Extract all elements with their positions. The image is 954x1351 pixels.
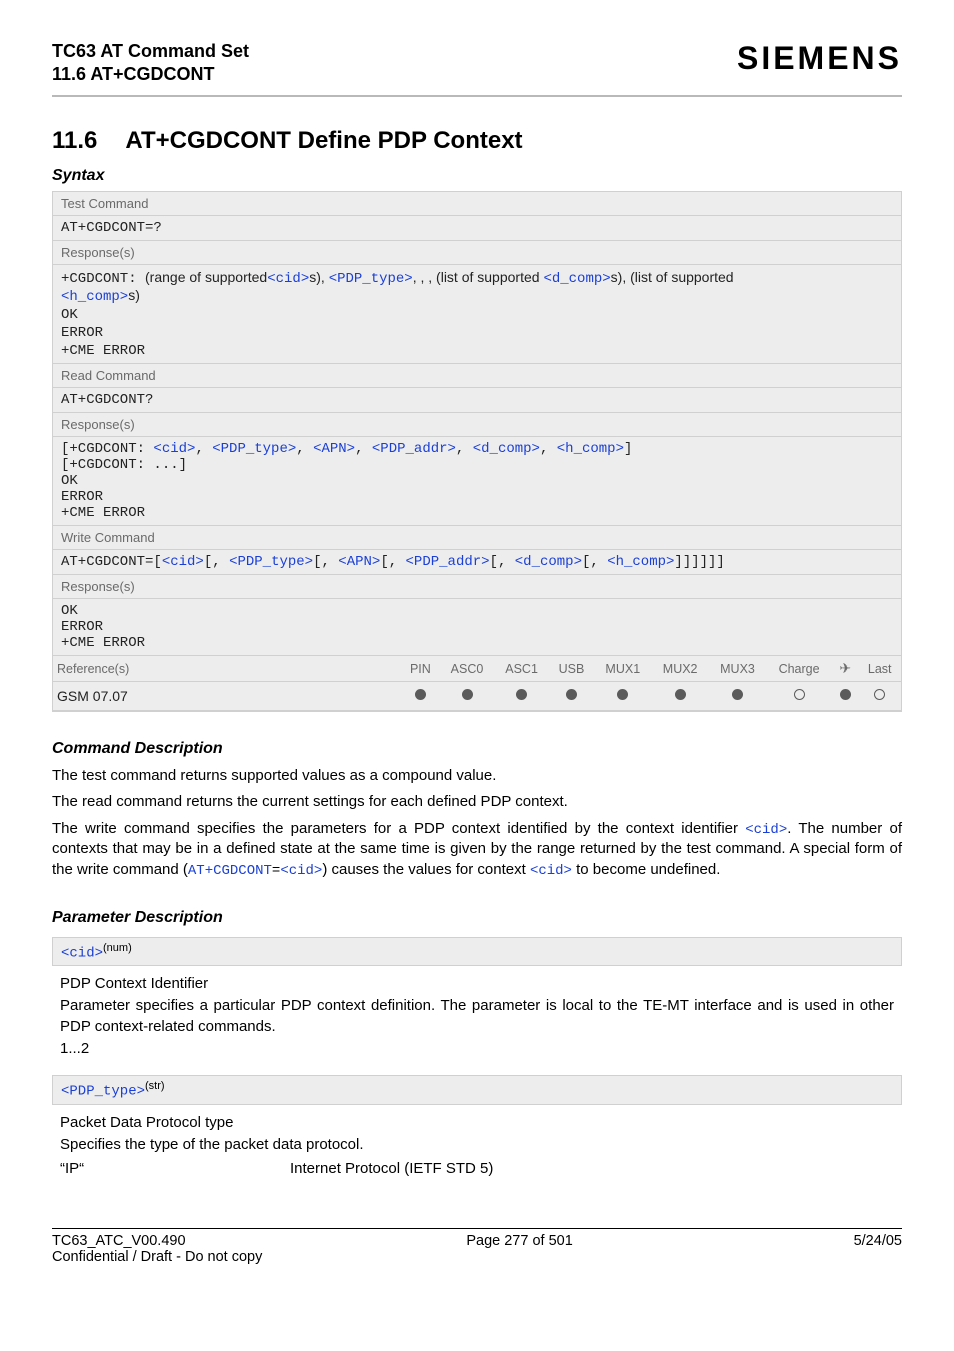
dot-asc0 <box>440 682 495 711</box>
param-pdptype-box: <PDP_type>(str) <box>52 1075 902 1105</box>
param-pdptype-key: “IP“ <box>60 1159 290 1179</box>
param-d-comp[interactable]: <d_comp> <box>515 554 582 570</box>
dot-last <box>858 682 901 711</box>
footer-rule <box>52 1228 902 1229</box>
col-airplane: ✈ <box>832 656 858 682</box>
dot-mux2 <box>651 682 708 711</box>
param-pdptype-type: (str) <box>145 1080 165 1092</box>
test-command-box: Test Command AT+CGDCONT=? Response(s) +C… <box>52 191 902 363</box>
col-pin: PIN <box>401 656 440 682</box>
param-cid-box: <cid>(num) <box>52 937 902 967</box>
reference-box: Reference(s) PIN ASC0 ASC1 USB MUX1 MUX2… <box>52 655 902 712</box>
parameter-description-heading: Parameter Description <box>52 909 902 927</box>
test-command-label: Test Command <box>53 192 901 216</box>
footer-doc-id: TC63_ATC_V00.490 <box>52 1233 186 1249</box>
param-pdp-type[interactable]: <PDP_type> <box>212 441 296 457</box>
param-d-comp[interactable]: <d_comp> <box>473 441 540 457</box>
col-charge: Charge <box>766 656 832 682</box>
footer-confidential: Confidential / Draft - Do not copy <box>52 1249 902 1265</box>
read-command: AT+CGDCONT? <box>53 388 901 413</box>
param-pdp-addr[interactable]: <PDP_addr> <box>372 441 456 457</box>
doc-title: TC63 AT Command Set <box>52 40 249 63</box>
col-mux3: MUX3 <box>709 656 766 682</box>
param-cid-name[interactable]: <cid> <box>61 945 103 961</box>
dot-pin <box>401 682 440 711</box>
section-heading: 11.6 AT+CGDCONT Define PDP Context <box>52 127 902 155</box>
param-cid-title: PDP Context Identifier <box>60 974 894 994</box>
reference-value: GSM 07.07 <box>53 682 401 711</box>
airplane-icon: ✈ <box>839 660 851 676</box>
references-label: Reference(s) <box>53 656 401 682</box>
cmd-desc-p1: The test command returns supported value… <box>52 766 902 786</box>
link-at-cgdcont[interactable]: AT+CGDCONT <box>188 863 272 879</box>
param-cid[interactable]: <cid> <box>745 822 787 838</box>
col-last: Last <box>858 656 901 682</box>
dot-charge <box>766 682 832 711</box>
read-command-label: Read Command <box>53 364 901 388</box>
read-responses-label: Response(s) <box>53 413 901 437</box>
dot-airplane <box>832 682 858 711</box>
cmd-desc-p3: The write command specifies the paramete… <box>52 819 902 881</box>
read-response-body: [+CGDCONT: <cid>, <PDP_type>, <APN>, <PD… <box>53 437 901 525</box>
header-rule <box>52 95 902 97</box>
param-cid[interactable]: <cid> <box>162 554 204 570</box>
param-h-comp[interactable]: <h_comp> <box>61 289 128 305</box>
brand-logo: SIEMENS <box>737 40 902 77</box>
param-pdptype-val: Internet Protocol (IETF STD 5) <box>290 1159 493 1179</box>
param-cid-text: Parameter specifies a particular PDP con… <box>60 996 894 1037</box>
col-mux1: MUX1 <box>594 656 651 682</box>
write-response-body: OK ERROR +CME ERROR <box>53 599 901 655</box>
param-apn[interactable]: <APN> <box>313 441 355 457</box>
col-usb: USB <box>549 656 594 682</box>
write-command: AT+CGDCONT=[<cid>[, <PDP_type>[, <APN>[,… <box>53 550 901 575</box>
param-h-comp[interactable]: <h_comp> <box>557 441 624 457</box>
col-asc1: ASC1 <box>494 656 549 682</box>
param-pdp-addr[interactable]: <PDP_addr> <box>406 554 490 570</box>
syntax-heading: Syntax <box>52 167 902 185</box>
param-cid-body: PDP Context Identifier Parameter specifi… <box>52 966 902 1065</box>
param-cid[interactable]: <cid> <box>280 863 322 879</box>
dot-mux3 <box>709 682 766 711</box>
write-responses-label: Response(s) <box>53 575 901 599</box>
write-command-box: Write Command AT+CGDCONT=[<cid>[, <PDP_t… <box>52 525 902 655</box>
col-mux2: MUX2 <box>651 656 708 682</box>
param-cid[interactable]: <cid> <box>530 863 572 879</box>
test-responses-label: Response(s) <box>53 241 901 265</box>
reference-table: Reference(s) PIN ASC0 ASC1 USB MUX1 MUX2… <box>53 656 901 711</box>
dot-usb <box>549 682 594 711</box>
param-pdptype-title: Packet Data Protocol type <box>60 1113 894 1133</box>
test-command: AT+CGDCONT=? <box>53 216 901 241</box>
command-description-heading: Command Description <box>52 740 902 758</box>
param-cid-range: 1...2 <box>60 1039 894 1059</box>
param-pdptype-name[interactable]: <PDP_type> <box>61 1084 145 1100</box>
param-h-comp[interactable]: <h_comp> <box>607 554 674 570</box>
param-cid[interactable]: <cid> <box>153 441 195 457</box>
dot-asc1 <box>494 682 549 711</box>
read-command-box: Read Command AT+CGDCONT? Response(s) [+C… <box>52 363 902 525</box>
param-cid-type: (num) <box>103 942 132 954</box>
param-apn[interactable]: <APN> <box>338 554 380 570</box>
dot-mux1 <box>594 682 651 711</box>
footer-date: 5/24/05 <box>854 1233 902 1249</box>
section-title: AT+CGDCONT Define PDP Context <box>125 127 522 154</box>
col-asc0: ASC0 <box>440 656 495 682</box>
test-response-body: +CGDCONT: (range of supported<cid>s), <P… <box>53 265 901 363</box>
param-pdptype-text: Specifies the type of the packet data pr… <box>60 1135 894 1155</box>
param-cid[interactable]: <cid> <box>267 271 309 287</box>
param-pdp-type[interactable]: <PDP_type> <box>229 554 313 570</box>
param-pdp-type[interactable]: <PDP_type> <box>329 271 413 287</box>
doc-subtitle: 11.6 AT+CGDCONT <box>52 63 249 86</box>
write-command-label: Write Command <box>53 526 901 550</box>
page-footer: TC63_ATC_V00.490 Page 277 of 501 5/24/05 <box>52 1231 902 1249</box>
param-d-comp[interactable]: <d_comp> <box>543 271 610 287</box>
param-pdptype-body: Packet Data Protocol type Specifies the … <box>52 1105 902 1188</box>
cmd-desc-p2: The read command returns the current set… <box>52 792 902 812</box>
page-header: TC63 AT Command Set 11.6 AT+CGDCONT SIEM… <box>52 40 902 85</box>
section-number: 11.6 <box>52 127 97 155</box>
footer-page: Page 277 of 501 <box>466 1233 572 1249</box>
